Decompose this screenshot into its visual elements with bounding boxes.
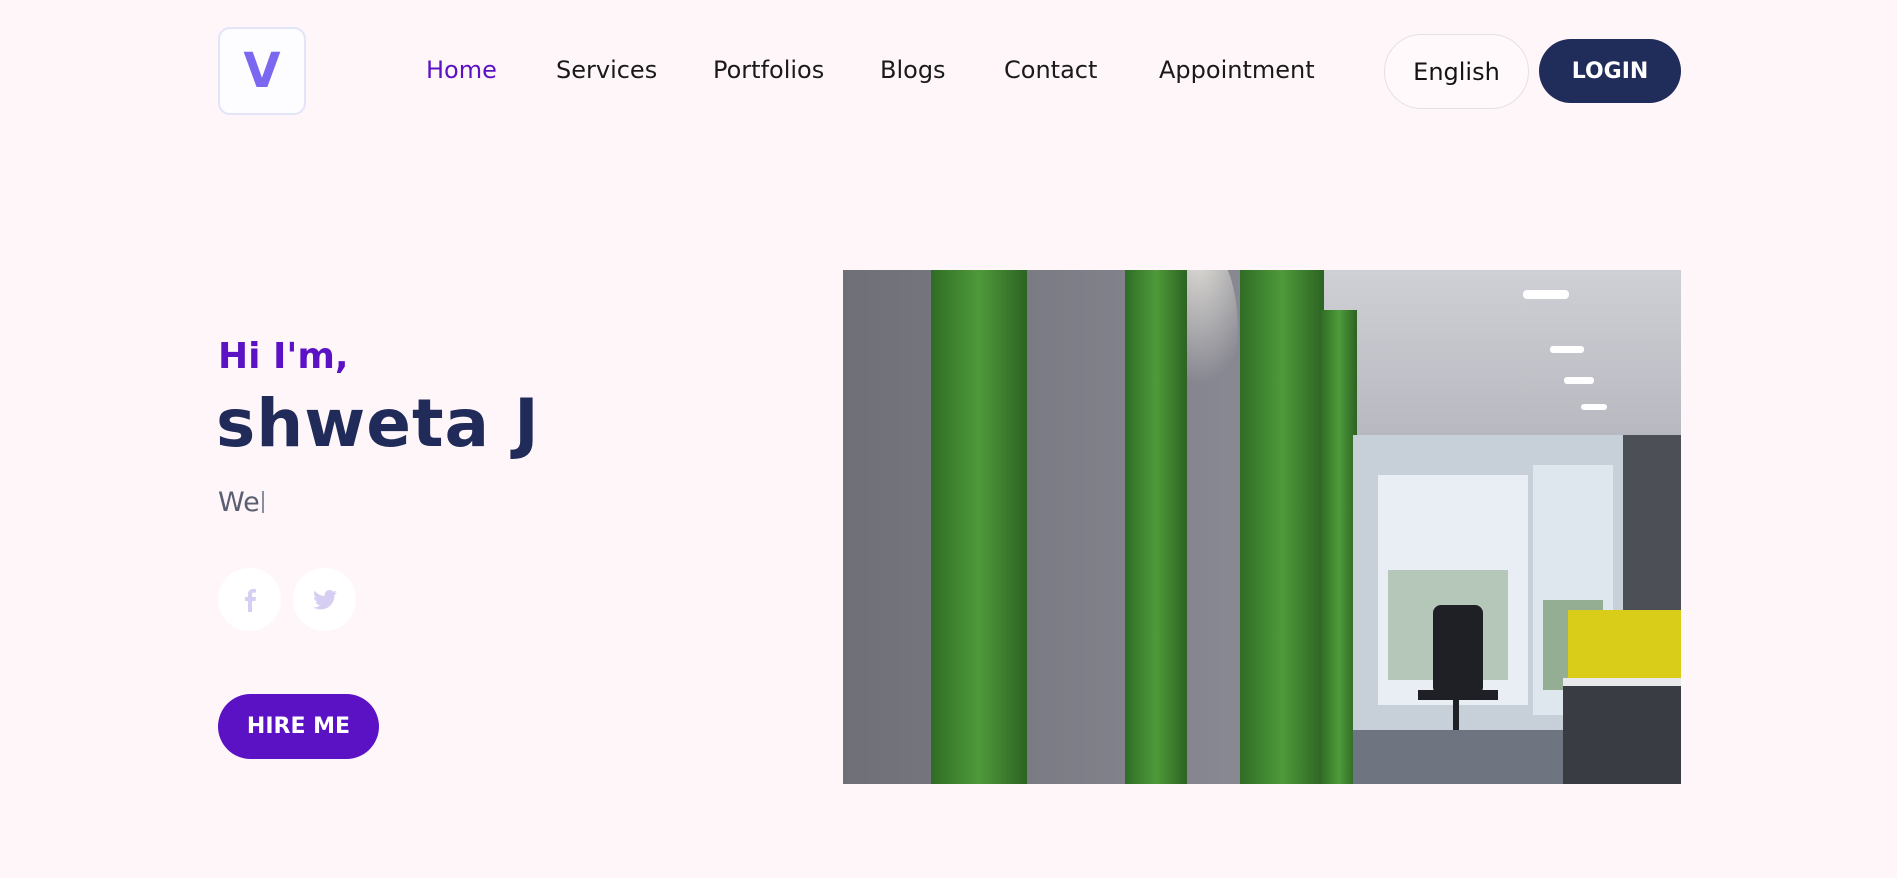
nav-appointment[interactable]: Appointment: [1159, 52, 1315, 88]
facebook-link[interactable]: [218, 568, 281, 631]
facebook-icon: [244, 588, 256, 612]
hire-me-label: HIRE ME: [246, 714, 351, 739]
login-button[interactable]: LOGIN: [1539, 39, 1681, 103]
language-label: English: [1413, 57, 1500, 86]
nav-blogs[interactable]: Blogs: [880, 52, 946, 88]
typed-text: We: [218, 487, 260, 518]
nav-services[interactable]: Services: [556, 52, 657, 88]
nav-contact[interactable]: Contact: [1004, 52, 1097, 88]
hero-greeting: Hi I'm,: [218, 336, 349, 377]
office-photo-illustration: [843, 270, 1681, 784]
typing-caret: [261, 491, 264, 513]
hero-image: [843, 270, 1681, 784]
nav-portfolios[interactable]: Portfolios: [713, 52, 824, 88]
hire-me-button[interactable]: HIRE ME: [218, 694, 379, 759]
nav-home[interactable]: Home: [426, 52, 497, 88]
twitter-link[interactable]: [293, 568, 356, 631]
site-logo[interactable]: V: [218, 27, 306, 115]
language-selector[interactable]: English: [1384, 34, 1529, 109]
logo-letter: V: [243, 43, 281, 99]
site-header: V Home Services Portfolios Blogs Contact…: [0, 0, 1897, 142]
hero-name: shweta J: [216, 385, 540, 462]
twitter-icon: [312, 589, 337, 609]
login-label: LOGIN: [1571, 58, 1649, 84]
hero-typed-text: We: [218, 487, 264, 518]
